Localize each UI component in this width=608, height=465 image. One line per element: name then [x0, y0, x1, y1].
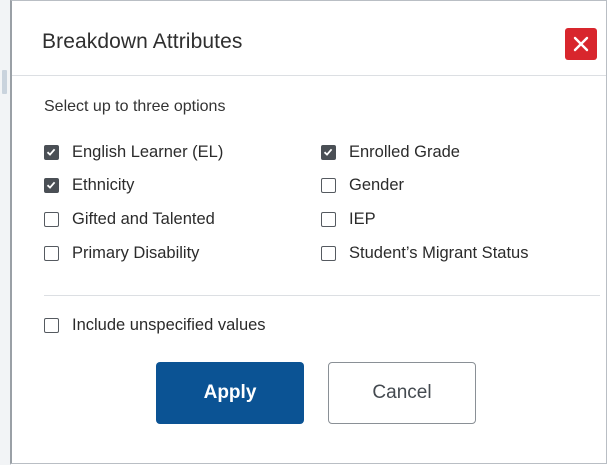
checkmark-icon: [323, 148, 333, 156]
checkbox[interactable]: [321, 145, 336, 160]
option-gifted-and-talented[interactable]: Gifted and Talented: [44, 210, 215, 229]
option-migrant-status[interactable]: Student’s Migrant Status: [321, 244, 528, 263]
option-ethnicity[interactable]: Ethnicity: [44, 176, 134, 195]
checkbox[interactable]: [44, 318, 59, 333]
breakdown-attributes-dialog: Breakdown Attributes Select up to three …: [10, 0, 607, 464]
option-gender[interactable]: Gender: [321, 176, 404, 195]
include-unspecified-option[interactable]: Include unspecified values: [44, 316, 266, 335]
option-label: Gender: [349, 176, 405, 194]
divider: [44, 295, 600, 296]
option-label: Student’s Migrant Status: [349, 244, 529, 262]
option-label: Include unspecified values: [72, 316, 266, 334]
checkbox[interactable]: [44, 145, 59, 160]
close-button[interactable]: [565, 28, 597, 60]
checkmark-icon: [46, 181, 56, 189]
checkbox[interactable]: [44, 178, 59, 193]
checkbox[interactable]: [321, 246, 336, 261]
checkbox[interactable]: [44, 246, 59, 261]
option-label: IEP: [349, 210, 376, 228]
dialog-header: Breakdown Attributes: [12, 1, 606, 76]
option-label: Primary Disability: [72, 244, 200, 262]
option-english-learner[interactable]: English Learner (EL): [44, 143, 223, 162]
option-enrolled-grade[interactable]: Enrolled Grade: [321, 143, 460, 162]
instructions-text: Select up to three options: [44, 98, 226, 115]
background-page-marker: [2, 70, 7, 94]
checkbox[interactable]: [321, 178, 336, 193]
option-label: Enrolled Grade: [349, 143, 460, 161]
checkbox[interactable]: [321, 212, 336, 227]
dialog-title: Breakdown Attributes: [42, 30, 243, 53]
option-label: English Learner (EL): [72, 143, 224, 161]
checkbox[interactable]: [44, 212, 59, 227]
close-icon: [573, 36, 589, 52]
option-primary-disability[interactable]: Primary Disability: [44, 244, 199, 263]
option-label: Ethnicity: [72, 176, 135, 194]
option-label: Gifted and Talented: [72, 210, 215, 228]
checkmark-icon: [46, 148, 56, 156]
apply-button[interactable]: Apply: [156, 362, 304, 424]
option-iep[interactable]: IEP: [321, 210, 376, 229]
cancel-button[interactable]: Cancel: [328, 362, 476, 424]
